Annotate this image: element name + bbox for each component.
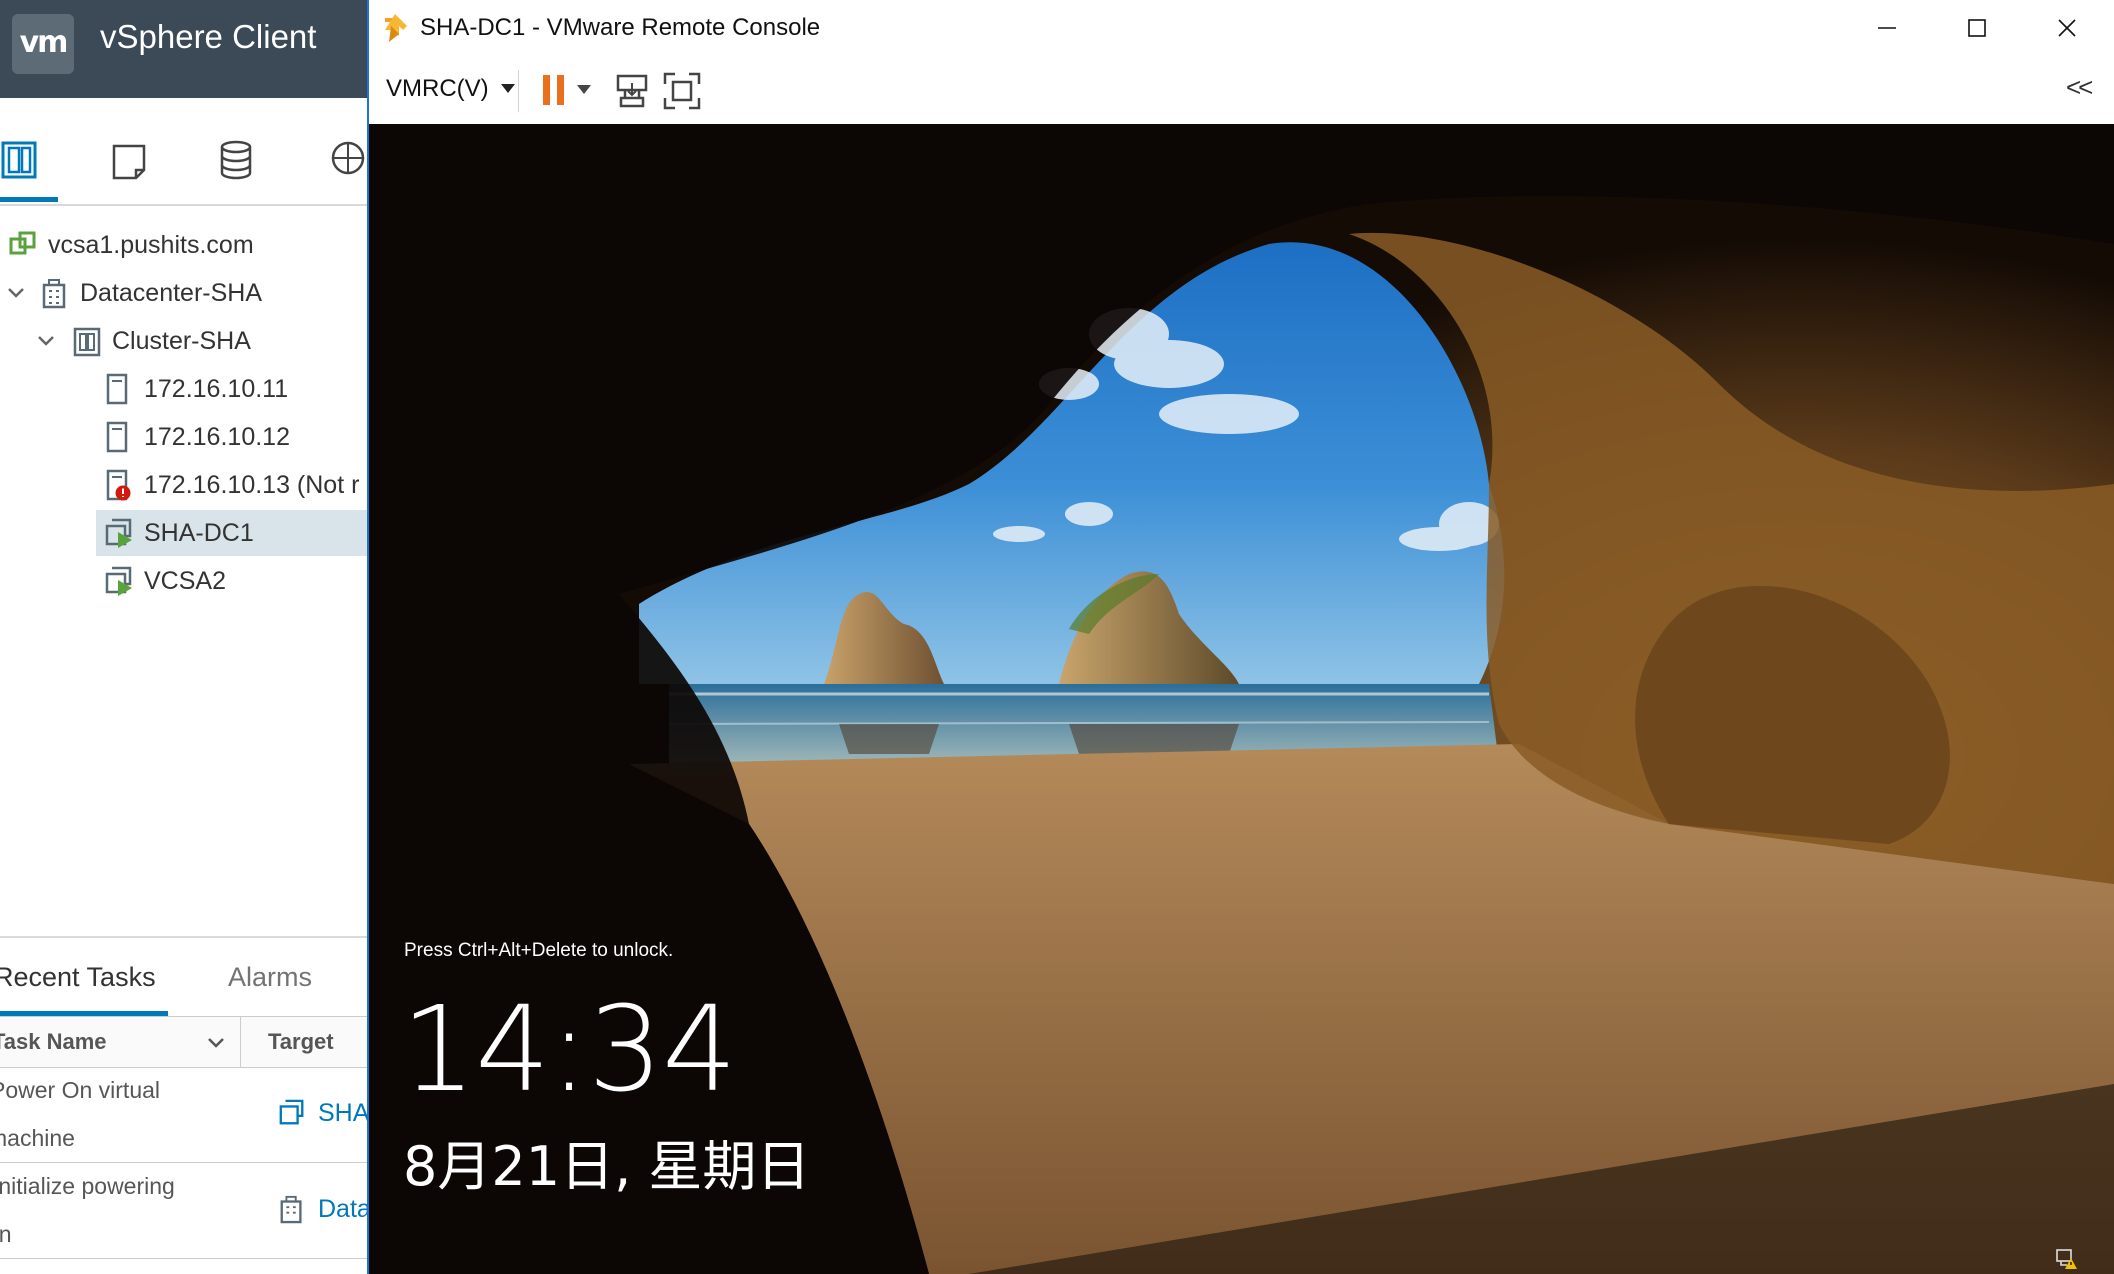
chevron-down-icon[interactable] <box>6 283 26 303</box>
toolbar-divider <box>518 70 519 112</box>
column-target[interactable]: Target <box>268 1029 334 1055</box>
vcenter-icon <box>9 231 36 255</box>
host-icon <box>106 421 128 453</box>
vm-console[interactable]: Press Ctrl+Alt+Delete to unlock. 14:34 8… <box>369 124 2114 1274</box>
vsphere-client-panel: vm vSphere Client vcsa1.pushits.com Data… <box>0 0 367 1274</box>
tree-label: 172.16.10.11 <box>144 374 289 403</box>
lockscreen-date: 8月21日, 星期日 <box>403 1135 811 1198</box>
cluster-icon <box>73 327 101 357</box>
tree-node-host[interactable]: 172.16.10.13 (Not r <box>104 462 359 508</box>
tree-label: 172.16.10.13 (Not r <box>144 470 360 499</box>
tree-node-host[interactable]: 172.16.10.11 <box>104 366 288 412</box>
host-icon <box>106 373 128 405</box>
column-divider[interactable] <box>240 1017 241 1067</box>
dropdown-arrow-icon <box>577 85 591 94</box>
vm-icon <box>279 1099 304 1125</box>
send-ctrl-alt-del-icon[interactable] <box>615 74 649 108</box>
close-icon <box>2058 19 2076 37</box>
power-pause-button[interactable] <box>541 74 591 106</box>
datacenter-icon <box>280 1195 302 1224</box>
maximize-button[interactable] <box>1932 0 2022 56</box>
maximize-icon <box>1968 19 1986 37</box>
tree-node-cluster[interactable]: Cluster-SHA <box>38 318 251 364</box>
tree-node-vm-selected[interactable]: SHA-DC1 <box>96 510 367 556</box>
vmrc-menu-label: VMRC(V) <box>386 75 489 102</box>
window-title: SHA-DC1 - VMware Remote Console <box>420 14 821 41</box>
task-name-line: Initialize powering <box>0 1173 175 1199</box>
vms-templates-icon[interactable] <box>108 138 152 182</box>
inventory-toolbar <box>0 98 367 206</box>
window-title-bar[interactable]: SHA-DC1 - VMware Remote Console <box>369 0 2114 58</box>
lockscreen-clock: 14:34 <box>401 980 737 1118</box>
vsphere-header: vm vSphere Client <box>0 0 367 98</box>
task-target-label: Data <box>318 1194 367 1223</box>
chevron-down-icon[interactable] <box>36 331 56 351</box>
tab-recent-tasks[interactable]: Recent Tasks <box>0 962 156 993</box>
task-name-line: machine <box>0 1125 75 1151</box>
vmrc-menu-button[interactable]: VMRC(V) <box>386 75 515 103</box>
vmrc-app-icon <box>385 14 407 42</box>
datacenter-icon <box>42 279 66 309</box>
column-task-name[interactable]: Task Name <box>0 1029 107 1055</box>
tree-node-vm[interactable]: VCSA2 <box>104 558 226 604</box>
table-row[interactable]: Power On virtual machine SHA <box>0 1066 367 1163</box>
tree-label: Datacenter-SHA <box>80 278 263 307</box>
hosts-clusters-icon[interactable] <box>0 138 44 182</box>
vm-powered-on-icon <box>105 566 132 596</box>
active-tool-indicator <box>0 197 58 202</box>
task-target-label: SHA <box>318 1098 367 1127</box>
tree-node-host[interactable]: 172.16.10.12 <box>104 414 290 460</box>
close-button[interactable] <box>2022 0 2112 56</box>
networking-icon[interactable] <box>326 138 367 182</box>
network-status-icon[interactable] <box>2055 1248 2079 1270</box>
vmrc-toolbar: VMRC(V) << <box>369 58 2114 125</box>
task-target-link[interactable]: SHA <box>278 1098 367 1128</box>
fullscreen-icon[interactable] <box>663 72 701 110</box>
tree-label: SHA-DC1 <box>144 518 254 547</box>
chevron-down-icon[interactable] <box>206 1033 226 1053</box>
tree-label: 172.16.10.12 <box>144 422 290 451</box>
minimize-icon <box>1878 27 1896 29</box>
tree-node-datacenter[interactable]: Datacenter-SHA <box>8 270 263 316</box>
task-target-link[interactable]: Data <box>278 1194 367 1224</box>
pause-icon <box>543 75 564 105</box>
tasks-table-header: Task Name Target <box>0 1016 367 1068</box>
tree-label: Cluster-SHA <box>112 326 251 355</box>
task-name-line: on <box>0 1221 12 1247</box>
storage-icon[interactable] <box>214 138 258 182</box>
collapse-panel-button[interactable]: << <box>2066 72 2093 103</box>
vmware-logo: vm <box>12 14 74 74</box>
recent-tasks-panel: Recent Tasks Alarms Task Name Target Pow… <box>0 936 367 1274</box>
tree-label: vcsa1.pushits.com <box>48 230 254 259</box>
host-error-icon <box>106 469 131 501</box>
unlock-hint-text: Press Ctrl+Alt+Delete to unlock. <box>404 940 674 961</box>
dropdown-arrow-icon <box>500 84 515 93</box>
minimize-button[interactable] <box>1842 0 1932 56</box>
tree-label: VCSA2 <box>144 566 226 595</box>
task-name-line: Power On virtual <box>0 1077 161 1103</box>
vm-powered-on-icon <box>105 518 132 548</box>
tab-alarms[interactable]: Alarms <box>228 962 312 993</box>
table-row[interactable]: Initialize powering on Data <box>0 1162 367 1259</box>
vmrc-window: SHA-DC1 - VMware Remote Console VMRC(V) … <box>367 0 2114 1274</box>
app-title: vSphere Client <box>100 18 317 55</box>
tree-node-vcenter[interactable]: vcsa1.pushits.com <box>8 222 254 268</box>
